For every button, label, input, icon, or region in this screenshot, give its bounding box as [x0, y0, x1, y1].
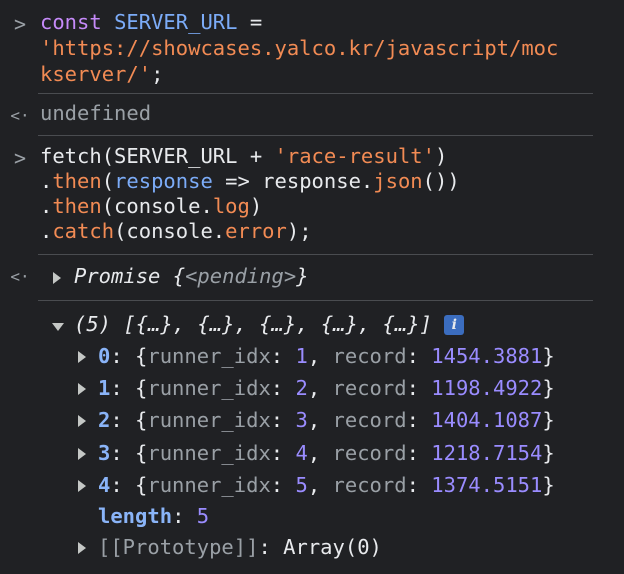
code-line: kserver/'; — [40, 62, 164, 86]
input-prompt-icon: > — [13, 12, 27, 36]
result-arrow-icon: <· — [10, 267, 30, 286]
array-item-row[interactable]: 0: {runner_idx: 1, record: 1454.3881} — [98, 344, 555, 369]
result-arrow-icon: <· — [10, 106, 30, 125]
expand-triangle-icon[interactable] — [78, 383, 86, 396]
array-length-row: length: 5 — [98, 504, 210, 528]
devtools-console: > const SERVER_URL = 'https://showcases.… — [0, 0, 624, 574]
expand-triangle-icon[interactable] — [78, 351, 86, 363]
code-line: fetch(SERVER_URL + 'race-result') — [40, 144, 448, 168]
expand-triangle-icon[interactable] — [53, 272, 61, 284]
code-line: 'https://showcases.yalco.kr/javascript/m… — [40, 36, 559, 60]
code-line: .catch(console.error); — [40, 219, 312, 243]
input-prompt-icon: > — [13, 146, 27, 170]
array-summary[interactable]: (5) [{…}, {…}, {…}, {…}, {…}] i — [74, 312, 465, 337]
array-prototype-row[interactable]: [[Prototype]]: Array(0) — [98, 535, 382, 560]
promise-object[interactable]: Promise {<pending>} — [74, 264, 309, 289]
array-item-row[interactable]: 3: {runner_idx: 4, record: 1218.7154} — [98, 441, 555, 466]
separator — [38, 300, 593, 301]
result-value: undefined — [40, 101, 152, 125]
expand-triangle-icon[interactable] — [78, 415, 86, 428]
info-icon[interactable]: i — [444, 315, 465, 335]
array-item-row[interactable]: 1: {runner_idx: 2, record: 1198.4922} — [98, 376, 555, 401]
expand-triangle-icon[interactable] — [78, 542, 86, 554]
code-line: const SERVER_URL = — [40, 10, 263, 34]
separator — [38, 93, 593, 94]
expand-triangle-icon[interactable] — [78, 447, 86, 460]
array-item-row[interactable]: 4: {runner_idx: 5, record: 1374.5151} — [98, 473, 555, 498]
collapse-triangle-icon[interactable] — [52, 323, 64, 331]
expand-triangle-icon[interactable] — [78, 479, 86, 492]
separator — [38, 135, 593, 136]
separator — [38, 254, 593, 255]
code-line: .then(console.log) — [40, 194, 263, 218]
array-item-row[interactable]: 2: {runner_idx: 3, record: 1404.1087} — [98, 408, 555, 433]
code-line: .then(response => response.json()) — [40, 169, 460, 193]
